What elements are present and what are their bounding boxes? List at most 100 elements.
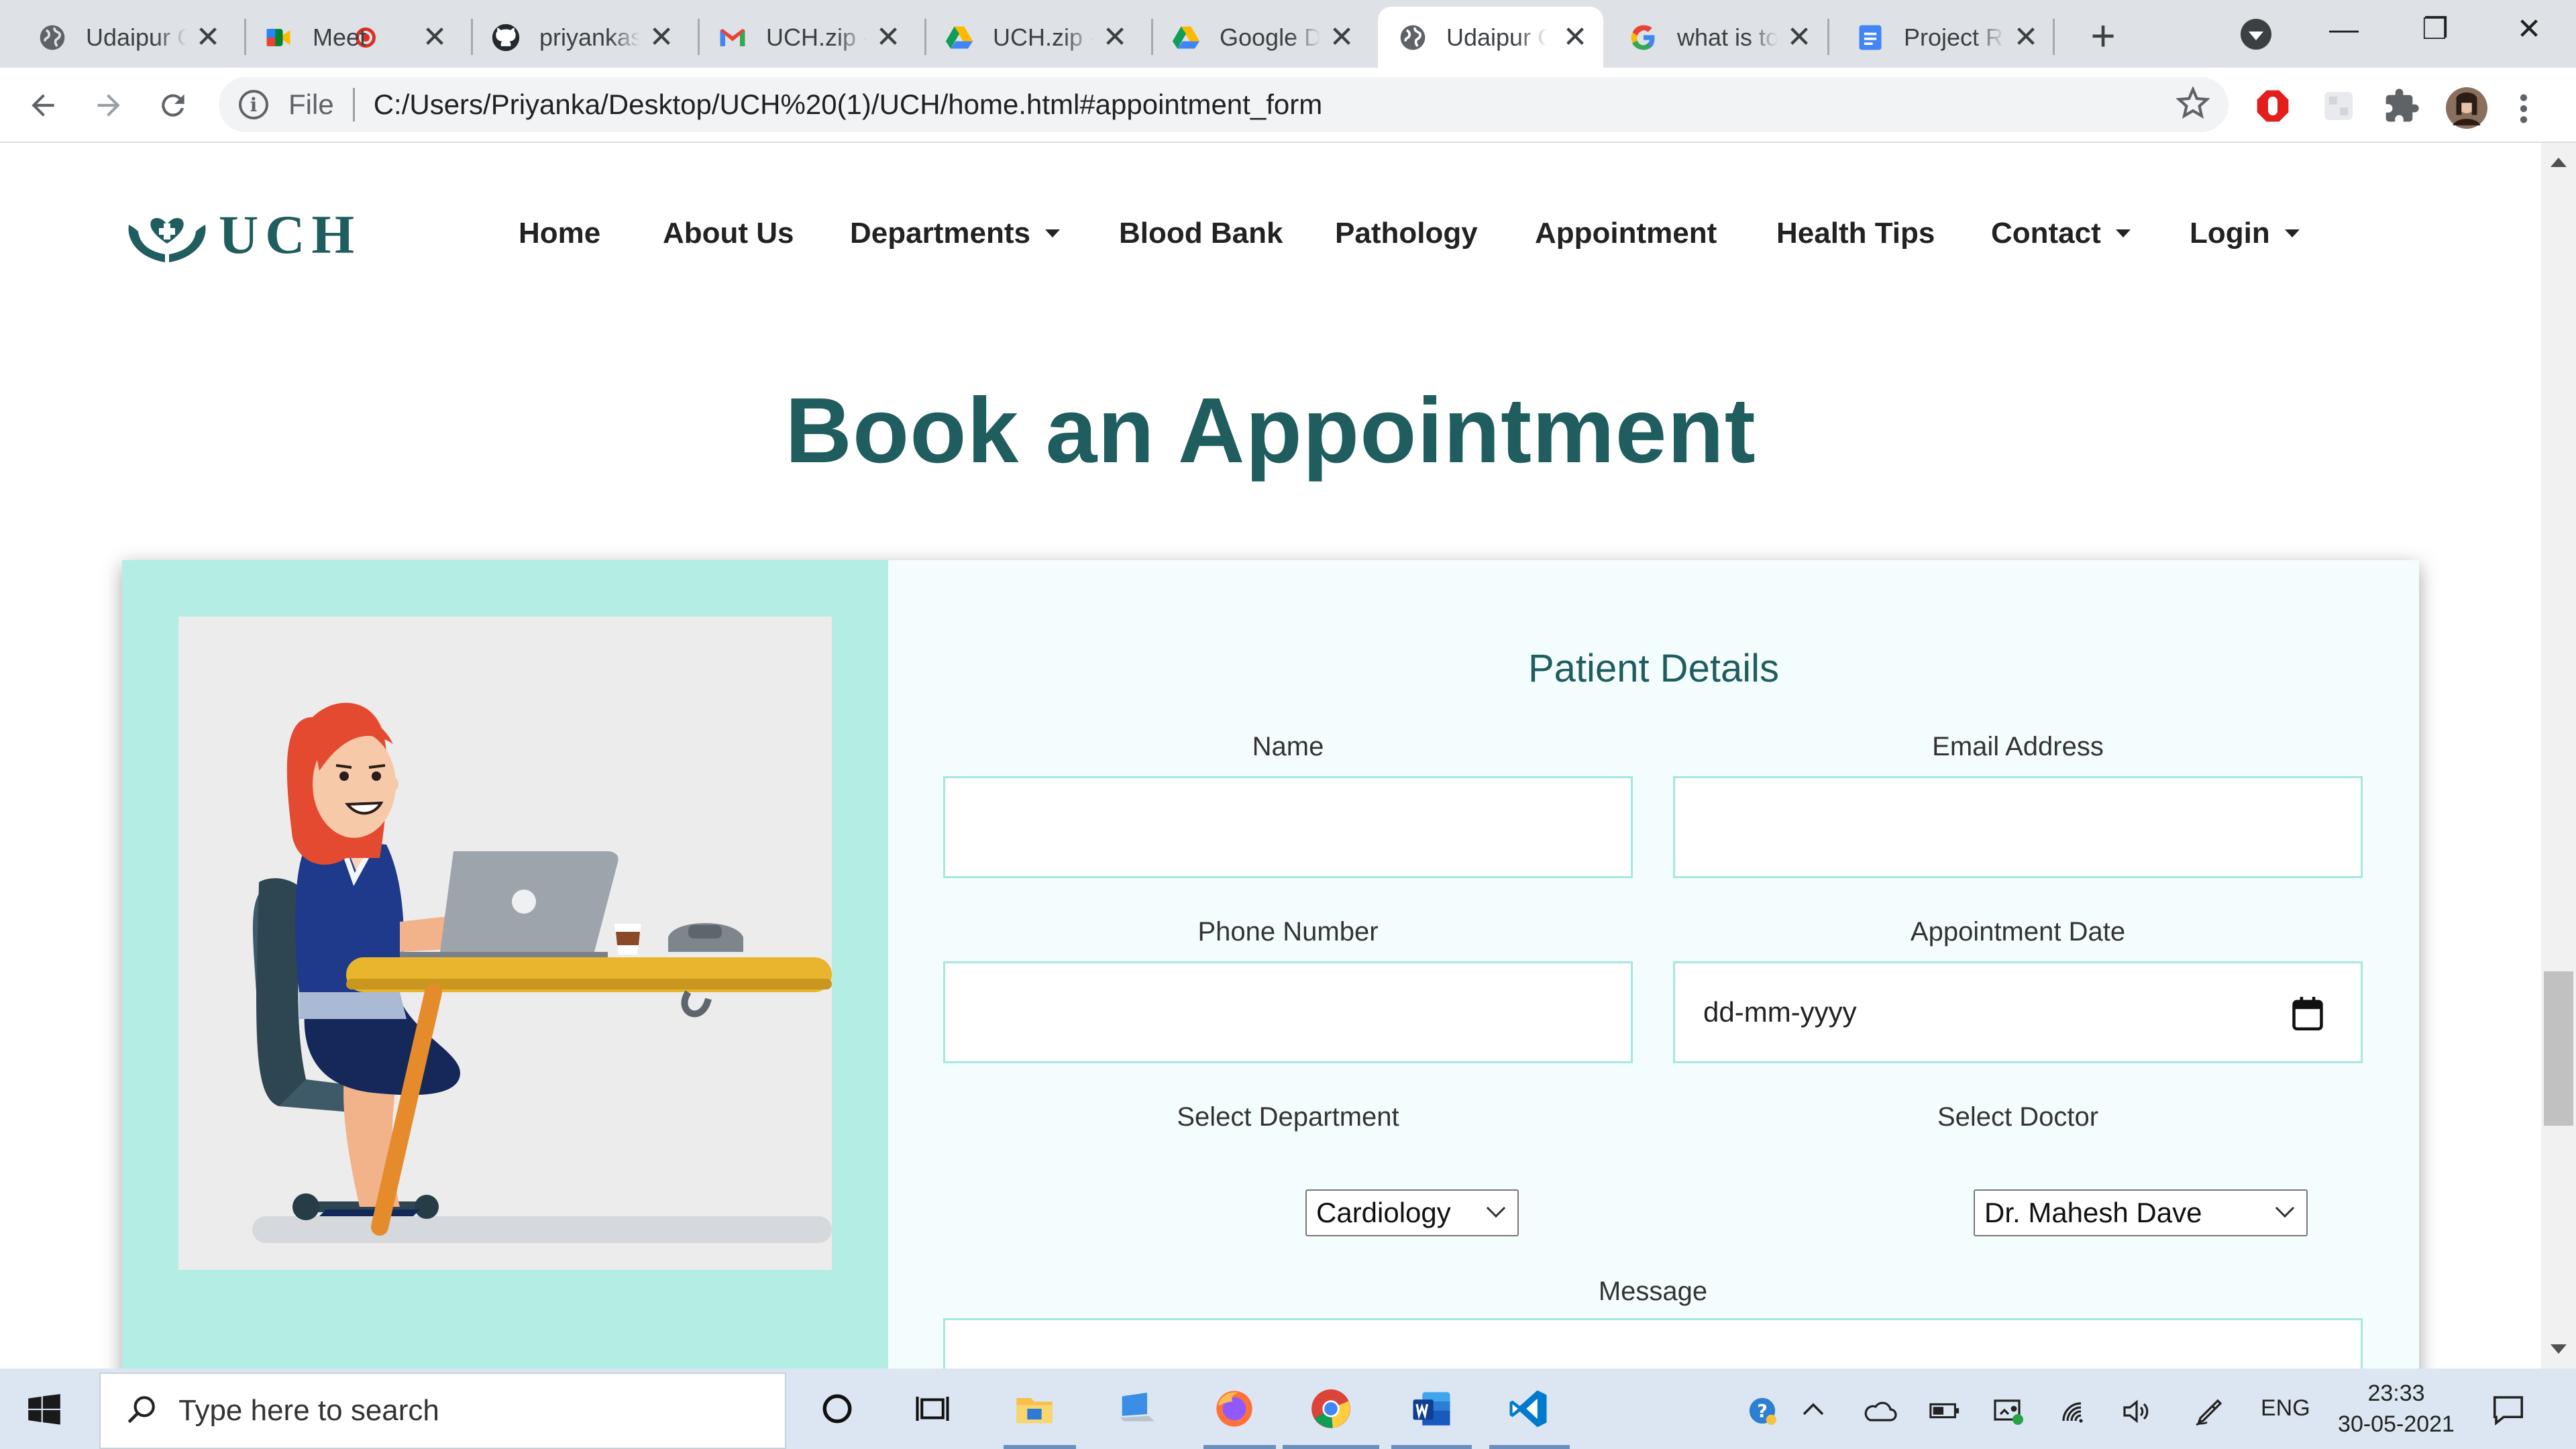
- page-scrollbar[interactable]: [2541, 143, 2576, 1368]
- tab-google-drive[interactable]: Google Drive ✕: [1151, 7, 1370, 68]
- scrollbar-thumb[interactable]: [2544, 971, 2573, 1126]
- system-clock[interactable]: 23:33 30-05-2021: [2329, 1378, 2463, 1440]
- scroll-down-icon[interactable]: [2551, 1344, 2567, 1354]
- restore-button[interactable]: ❐: [2415, 9, 2455, 50]
- wifi-icon[interactable]: [2059, 1395, 2092, 1434]
- google-drive-icon: [1171, 23, 1201, 52]
- name-field[interactable]: [943, 776, 1633, 878]
- firefox-icon[interactable]: [1208, 1382, 1261, 1436]
- nav-label: Health Tips: [1776, 217, 1935, 250]
- nav-health-tips[interactable]: Health Tips: [1776, 217, 1935, 250]
- adblock-icon[interactable]: [2254, 87, 2292, 128]
- tab-drive-zip[interactable]: UCH.zip - Google Drive ✕: [924, 7, 1143, 68]
- help-icon[interactable]: ?: [1747, 1395, 1778, 1432]
- calendar-icon[interactable]: [2292, 997, 2323, 1037]
- tab-udaipur-1[interactable]: Udaipur Chest Hospital ✕: [17, 7, 236, 68]
- tab-google-search[interactable]: what is to ✕: [1609, 7, 1827, 68]
- info-icon[interactable]: i: [239, 90, 268, 119]
- onedrive-icon[interactable]: [1862, 1395, 1897, 1432]
- back-button[interactable]: [21, 84, 64, 127]
- windows-start-icon[interactable]: [27, 1393, 62, 1431]
- battery-icon[interactable]: [1928, 1395, 1962, 1432]
- tab-project-report[interactable]: Project Report ✕: [1835, 7, 2054, 68]
- tab-github[interactable]: priyankasen ✕: [471, 7, 690, 68]
- bookmark-star-icon[interactable]: [2176, 85, 2210, 123]
- chrome-icon[interactable]: [1304, 1382, 1358, 1436]
- tab-close-icon[interactable]: ✕: [1328, 22, 1355, 52]
- notifications-icon[interactable]: [2490, 1391, 2526, 1434]
- chevron-up-icon[interactable]: [1799, 1395, 1827, 1430]
- tab-close-icon[interactable]: ✕: [648, 22, 675, 52]
- nav-pathology[interactable]: Pathology: [1335, 217, 1478, 250]
- word-icon[interactable]: [1405, 1382, 1458, 1436]
- nav-about-us[interactable]: About Us: [663, 217, 794, 250]
- tab-title: Udaipur Chest Hospital: [1446, 23, 1547, 51]
- tab-title: UCH.zip - priyanka: [766, 23, 867, 51]
- windows-taskbar: Type here to search ? ENG 23:33 30-05-20…: [0, 1368, 2576, 1449]
- tab-udaipur-active[interactable]: Udaipur Chest Hospital ✕: [1378, 7, 1603, 68]
- profile-avatar[interactable]: [2446, 87, 2487, 132]
- pen-icon[interactable]: [2194, 1395, 2226, 1434]
- google-drive-icon: [945, 23, 974, 52]
- cortana-icon[interactable]: [810, 1382, 864, 1436]
- tab-close-icon[interactable]: ✕: [1786, 22, 1813, 52]
- tab-gmail[interactable]: UCH.zip - priyanka ✕: [698, 7, 916, 68]
- address-bar[interactable]: i File C:/Users/Priyanka/Desktop/UCH%20(…: [219, 77, 2229, 132]
- chevron-down-icon: [1486, 1198, 1506, 1218]
- forward-button[interactable]: [87, 84, 130, 127]
- url-text[interactable]: C:/Users/Priyanka/Desktop/UCH%20(1)/UCH/…: [374, 89, 1323, 121]
- tab-close-icon[interactable]: ✕: [1562, 22, 1589, 52]
- tab-close-icon[interactable]: ✕: [875, 22, 902, 52]
- arrow-left-icon: [32, 94, 54, 117]
- doctor-select[interactable]: Dr. Mahesh Dave: [1974, 1189, 2308, 1236]
- tab-search-button[interactable]: [2241, 19, 2271, 50]
- tab-title: Project Report: [1904, 23, 2004, 51]
- puzzle-extensions-icon[interactable]: [2383, 87, 2420, 128]
- taskbar-search-placeholder: Type here to search: [178, 1394, 439, 1427]
- tab-close-icon[interactable]: ✕: [421, 22, 448, 52]
- close-window-button[interactable]: ✕: [2509, 9, 2549, 50]
- illustration-panel: [122, 560, 888, 1368]
- reload-button[interactable]: [152, 84, 195, 127]
- date-placeholder: dd-mm-yyyy: [1703, 996, 1857, 1028]
- extension-icon[interactable]: [2320, 87, 2357, 128]
- nav-label: Home: [519, 217, 601, 250]
- tab-close-icon[interactable]: ✕: [195, 22, 221, 52]
- nav-departments[interactable]: Departments: [850, 217, 1060, 250]
- message-field[interactable]: [943, 1318, 2363, 1368]
- screen-record-icon[interactable]: [1992, 1395, 2025, 1434]
- volume-icon[interactable]: [2120, 1395, 2153, 1434]
- site-header: UCH Home About Us Departments Blood Bank…: [0, 143, 2541, 304]
- new-tab-button[interactable]: +: [2080, 13, 2127, 58]
- reload-icon: [162, 94, 184, 117]
- language-indicator[interactable]: ENG: [2261, 1395, 2310, 1421]
- nav-home[interactable]: Home: [519, 217, 600, 250]
- phone-field[interactable]: [943, 961, 1633, 1063]
- nav-contact[interactable]: Contact: [1991, 217, 2131, 250]
- nav-label: Login: [2190, 217, 2270, 250]
- active-app-indicator: [1203, 1445, 1276, 1449]
- tab-close-icon[interactable]: ✕: [1102, 22, 1128, 52]
- email-field[interactable]: [1673, 776, 2363, 878]
- this-pc-icon[interactable]: [1110, 1382, 1163, 1436]
- more-menu-icon[interactable]: [2517, 90, 2530, 131]
- department-select[interactable]: Cardiology: [1305, 1189, 1519, 1236]
- nav-login[interactable]: Login: [2190, 217, 2300, 250]
- tab-close-icon[interactable]: ✕: [2012, 22, 2039, 52]
- taskbar-search[interactable]: Type here to search: [99, 1373, 786, 1449]
- file-explorer-icon[interactable]: [1008, 1382, 1061, 1436]
- appointment-date-field[interactable]: dd-mm-yyyy: [1673, 961, 2363, 1063]
- nav-blood-bank[interactable]: Blood Bank: [1119, 217, 1283, 250]
- task-view-icon[interactable]: [906, 1382, 959, 1436]
- department-selected-value: Cardiology: [1316, 1197, 1451, 1228]
- tab-meet[interactable]: Meet ✕: [244, 7, 463, 68]
- site-logo[interactable]: UCH: [126, 203, 361, 266]
- nav-appointment[interactable]: Appointment: [1535, 217, 1717, 250]
- message-label: Message: [1598, 1277, 1708, 1306]
- scroll-up-icon[interactable]: [2551, 158, 2567, 167]
- nav-label: Blood Bank: [1119, 217, 1283, 250]
- vscode-icon[interactable]: [1501, 1382, 1555, 1436]
- clock-time: 23:33: [2367, 1381, 2425, 1406]
- form-title: Patient Details: [1528, 647, 1779, 690]
- minimize-button[interactable]: —: [2324, 9, 2364, 50]
